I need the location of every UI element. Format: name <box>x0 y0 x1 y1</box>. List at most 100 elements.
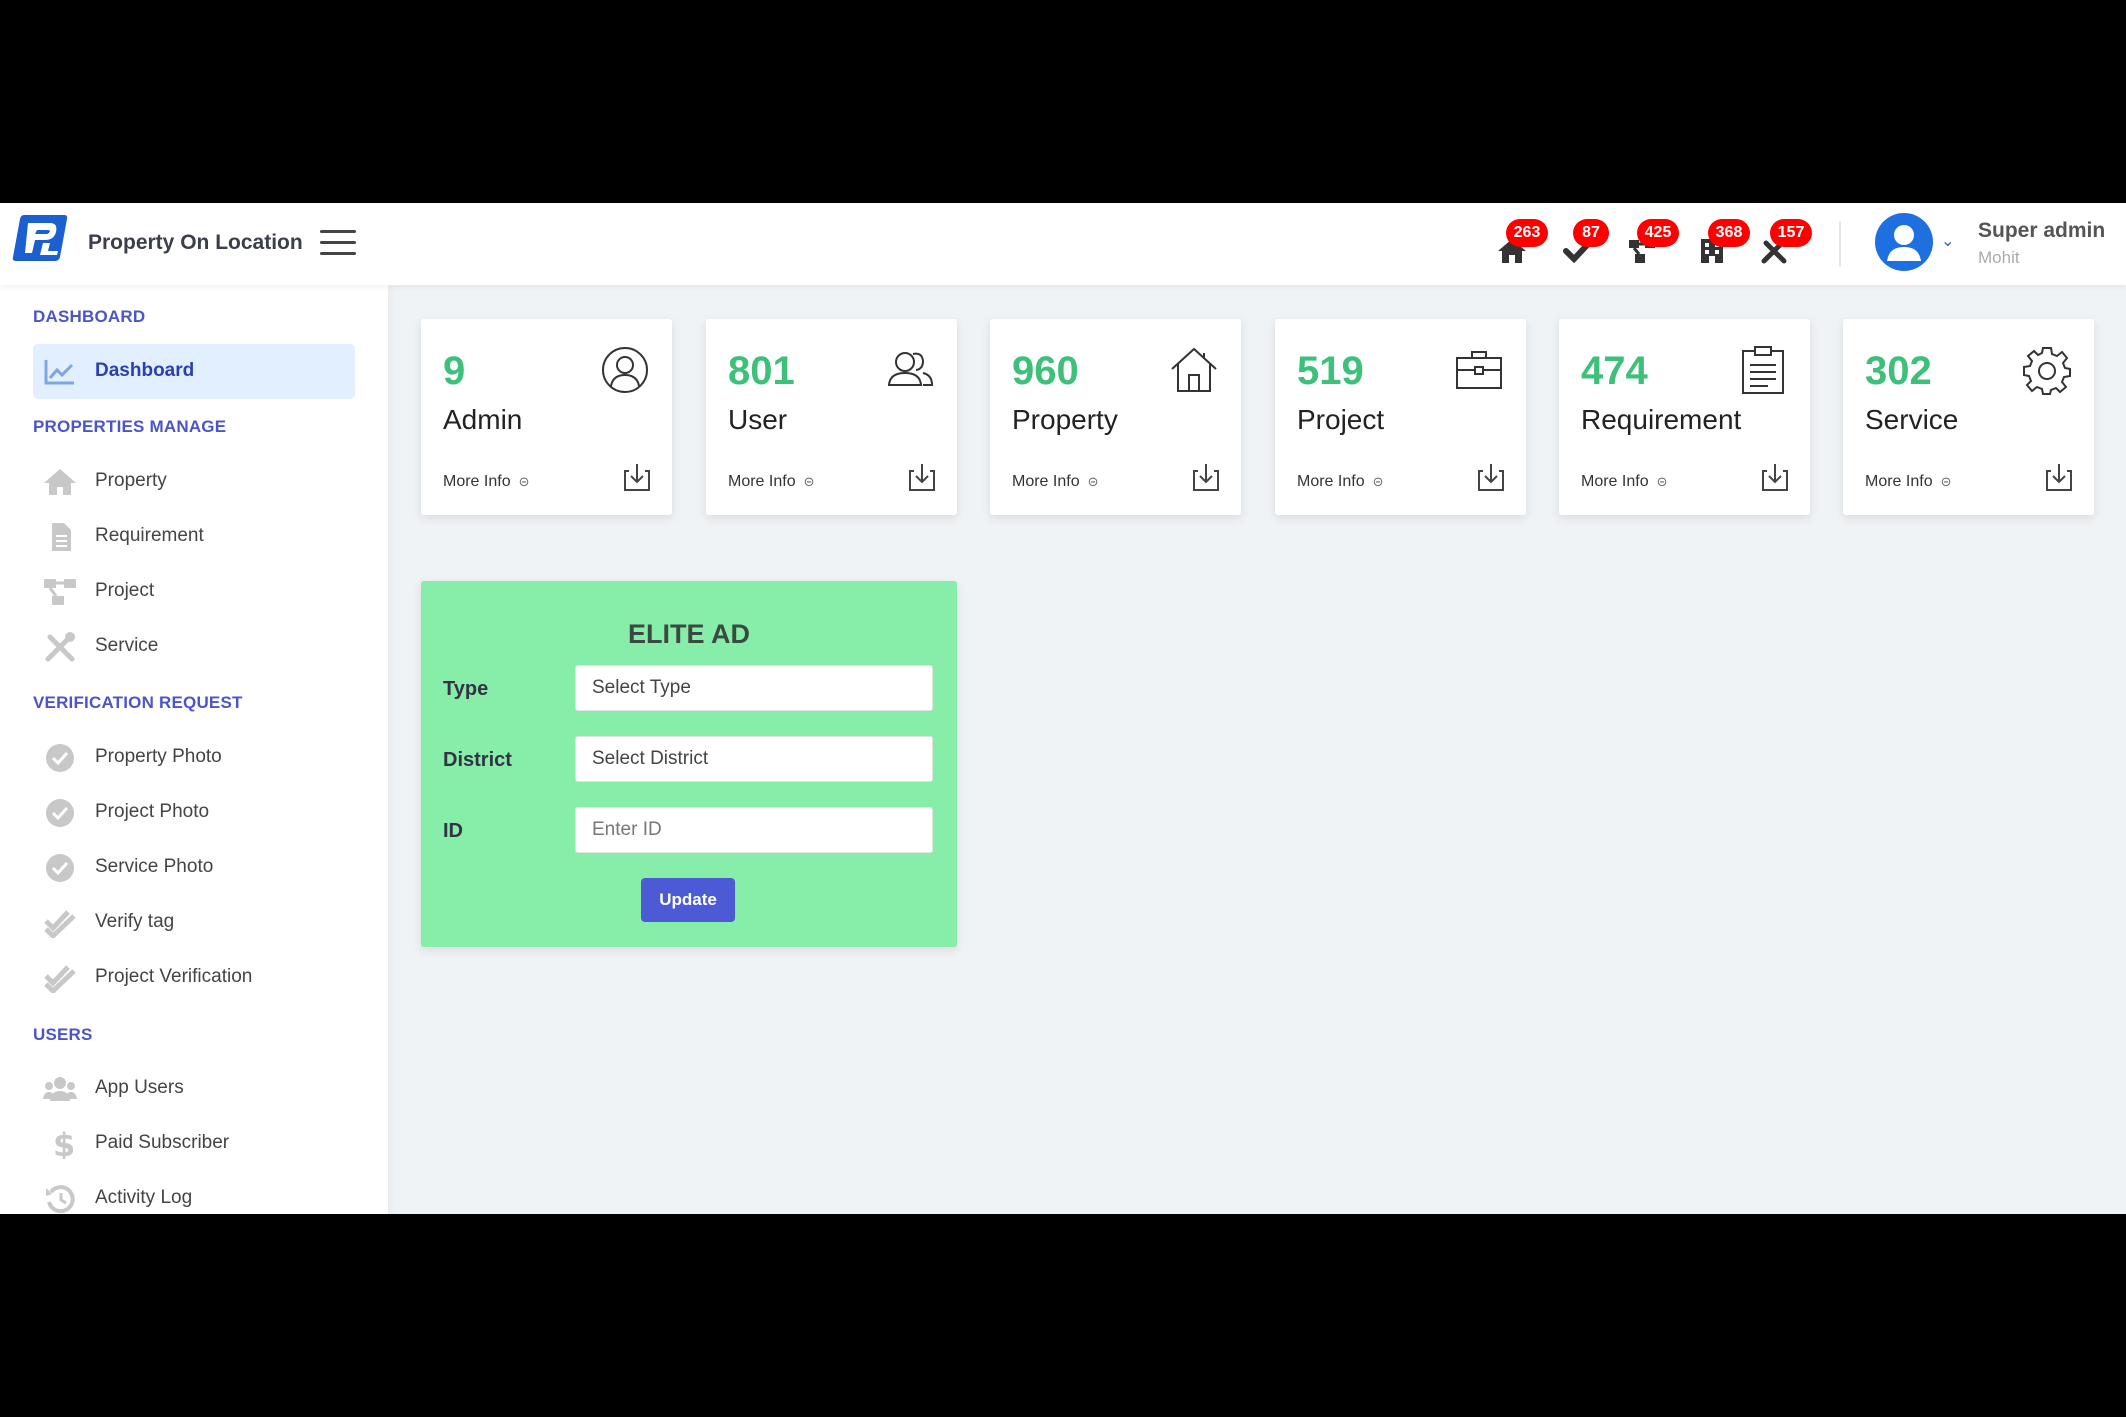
notification-verify[interactable]: 87 <box>1563 219 1609 269</box>
district-select[interactable]: Select District <box>575 736 933 782</box>
more-info-link[interactable]: More Info ⊝ <box>728 473 815 491</box>
stat-card-service: 302 Service More Info ⊝ <box>1843 319 2094 515</box>
sidebar-item-requirement[interactable]: Requirement <box>33 509 355 564</box>
project-icon <box>44 579 76 605</box>
stat-count: 801 <box>728 349 795 393</box>
sidebar-item-service-photo[interactable]: Service Photo <box>33 840 355 895</box>
sidebar-item-activity-log[interactable]: Activity Log <box>33 1171 355 1214</box>
notification-badge: 87 <box>1573 219 1609 247</box>
id-input[interactable] <box>575 807 933 853</box>
sidebar: DASHBOARD Dashboard PROPERTIES MANAGE Pr… <box>0 285 388 1214</box>
id-label: ID <box>443 820 463 842</box>
sidebar-item-project-photo[interactable]: Project Photo <box>33 785 355 840</box>
sidebar-item-service[interactable]: Service <box>33 619 355 674</box>
dollar-icon: $ <box>53 1129 75 1159</box>
sidebar-item-label: Paid Subscriber <box>95 1132 230 1153</box>
tools-icon <box>45 632 75 662</box>
sidebar-item-label: Service Photo <box>95 856 214 877</box>
stat-count: 519 <box>1297 349 1364 393</box>
app-window: Property On Location 263 87 425 368 157 … <box>0 203 2126 1214</box>
stat-title: User <box>728 404 788 435</box>
stat-card-requirement: 474 Requirement More Info ⊝ <box>1559 319 1810 515</box>
download-icon[interactable] <box>1478 463 1504 491</box>
sidebar-item-paid-subscriber[interactable]: $ Paid Subscriber <box>33 1116 355 1171</box>
sidebar-item-label: Dashboard <box>95 360 195 381</box>
user-name: Super admin <box>1978 219 2106 242</box>
file-icon <box>52 523 71 551</box>
stat-card-project: 519 Project More Info ⊝ <box>1275 319 1526 515</box>
more-info-link[interactable]: More Info ⊝ <box>1581 473 1668 491</box>
sidebar-item-label: Service <box>95 635 159 656</box>
sidebar-item-label: Verify tag <box>95 911 175 932</box>
user-circle-icon <box>602 347 648 393</box>
sidebar-item-app-users[interactable]: App Users <box>33 1061 355 1116</box>
download-icon[interactable] <box>624 463 650 491</box>
briefcase-icon <box>1456 351 1502 389</box>
stat-title: Service <box>1865 404 1959 435</box>
sidebar-item-dashboard[interactable]: Dashboard <box>33 344 355 399</box>
gear-icon <box>2023 347 2071 395</box>
more-info-link[interactable]: More Info ⊝ <box>1297 473 1384 491</box>
district-label: District <box>443 749 512 771</box>
stat-count: 302 <box>1865 349 1932 393</box>
notification-badge: 368 <box>1708 219 1750 247</box>
type-label: Type <box>443 678 489 700</box>
stat-title: Admin <box>443 404 523 435</box>
history-icon <box>46 1185 75 1214</box>
sidebar-item-property-photo[interactable]: Property Photo <box>33 730 355 785</box>
more-info-link[interactable]: More Info ⊝ <box>1012 473 1099 491</box>
sidebar-item-verify-tag[interactable]: Verify tag <box>33 895 355 950</box>
sidebar-item-project[interactable]: Project <box>33 564 355 619</box>
check-circle-icon <box>46 799 74 827</box>
notification-badge: 263 <box>1506 219 1548 247</box>
notification-project[interactable]: 425 <box>1627 219 1679 269</box>
clipboard-icon <box>1742 346 1784 394</box>
elite-ad-panel: ELITE AD Type Select Type District Selec… <box>421 581 957 947</box>
sidebar-item-label: Project Verification <box>95 966 253 987</box>
sidebar-item-label: Property <box>95 470 167 491</box>
chevron-down-icon[interactable]: ⌄ <box>1941 231 1954 251</box>
type-select[interactable]: Select Type <box>575 665 933 711</box>
svg-text:$: $ <box>53 1129 75 1159</box>
stat-card-property: 960 Property More Info ⊝ <box>990 319 1241 515</box>
download-icon[interactable] <box>2046 463 2072 491</box>
header-divider <box>1839 221 1841 267</box>
stat-card-admin: 9 Admin More Info ⊝ <box>421 319 672 515</box>
section-properties-manage: PROPERTIES MANAGE <box>33 417 227 436</box>
stat-title: Project <box>1297 404 1385 435</box>
download-icon[interactable] <box>1762 463 1788 491</box>
sidebar-item-label: Project Photo <box>95 801 210 822</box>
sidebar-item-label: Requirement <box>95 525 204 546</box>
sidebar-item-property[interactable]: Property <box>33 454 355 509</box>
download-icon[interactable] <box>909 463 935 491</box>
sidebar-item-label: Project <box>95 580 155 601</box>
menu-toggle-icon[interactable] <box>320 230 356 256</box>
brand-logo[interactable] <box>10 209 70 267</box>
section-verification-request: VERIFICATION REQUEST <box>33 693 243 712</box>
top-bar: Property On Location 263 87 425 368 157 … <box>0 203 2126 285</box>
users-icon <box>887 352 934 386</box>
more-info-link[interactable]: More Info ⊝ <box>1865 473 1952 491</box>
stat-title: Property <box>1012 404 1118 435</box>
sidebar-item-label: Property Photo <box>95 746 222 767</box>
double-check-icon <box>44 965 76 993</box>
users-icon <box>43 1077 77 1101</box>
house-icon <box>1171 347 1217 392</box>
notification-property[interactable]: 263 <box>1496 219 1548 269</box>
notification-building[interactable]: 368 <box>1698 219 1750 269</box>
chart-icon <box>44 360 74 385</box>
stat-count: 960 <box>1012 349 1079 393</box>
update-button[interactable]: Update <box>641 878 735 922</box>
sidebar-item-project-verification[interactable]: Project Verification <box>33 950 355 1005</box>
user-avatar[interactable] <box>1875 213 1933 271</box>
notification-badge: 157 <box>1770 219 1812 247</box>
home-icon <box>44 469 76 495</box>
check-circle-icon <box>46 744 74 772</box>
more-info-link[interactable]: More Info ⊝ <box>443 473 530 491</box>
download-icon[interactable] <box>1193 463 1219 491</box>
section-dashboard: DASHBOARD <box>33 307 146 326</box>
notification-service[interactable]: 157 <box>1760 219 1812 269</box>
stat-count: 474 <box>1581 349 1648 393</box>
check-circle-icon <box>46 854 74 882</box>
stat-card-user: 801 User More Info ⊝ <box>706 319 957 515</box>
